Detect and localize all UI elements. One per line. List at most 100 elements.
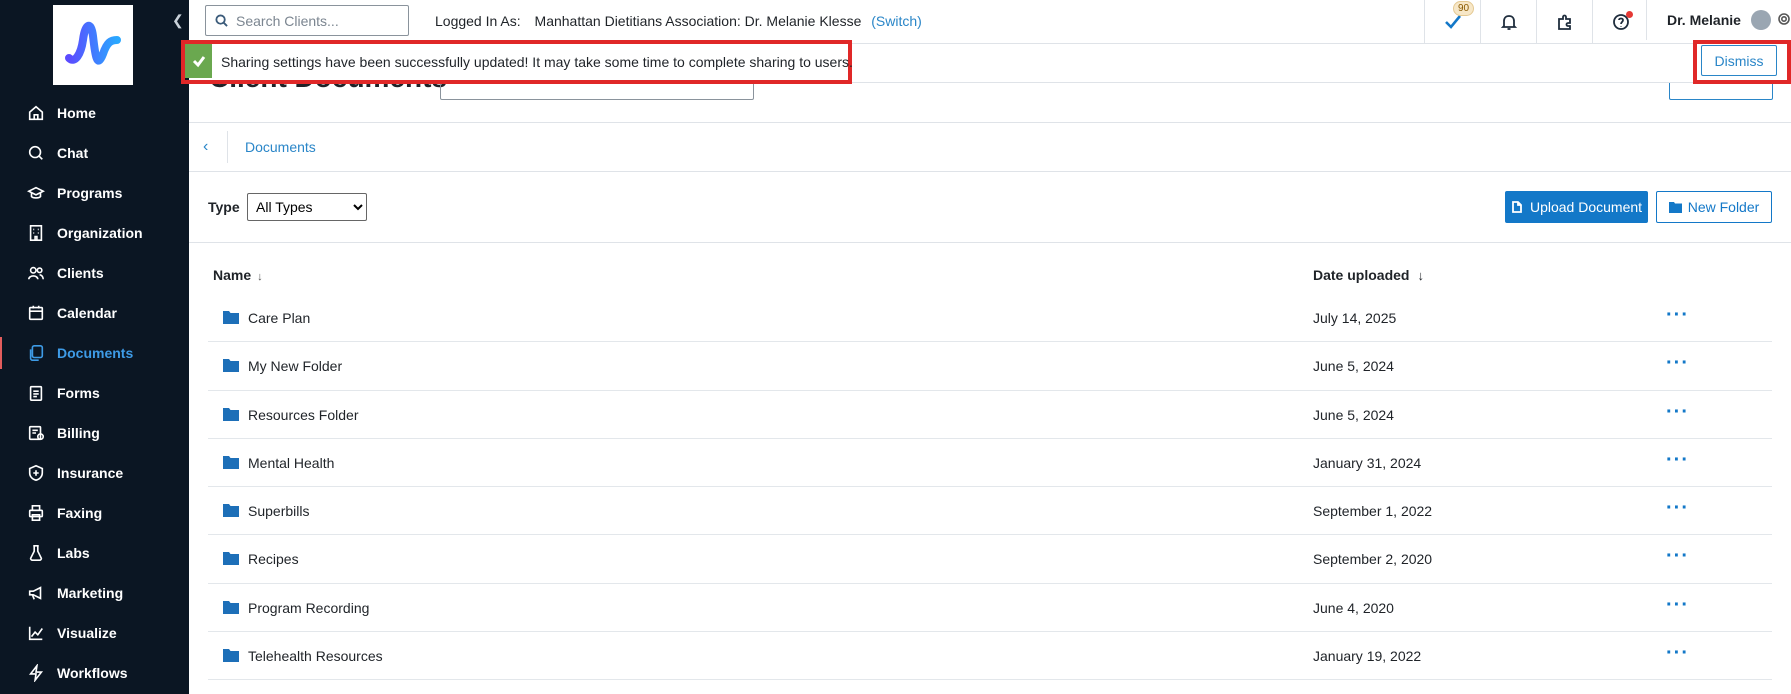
more-actions-icon[interactable]: ··· <box>1666 449 1689 472</box>
sidebar-item-documents[interactable]: Documents <box>0 333 189 373</box>
tasks-badge: 90 <box>1453 1 1475 16</box>
folder-name[interactable]: Care Plan <box>248 310 310 326</box>
sidebar-item-label: Faxing <box>57 505 103 521</box>
home-icon <box>26 103 46 123</box>
sidebar-item-label: Visualize <box>57 625 117 641</box>
clipboard-icon <box>26 383 46 403</box>
sidebar-item-marketing[interactable]: Marketing <box>0 573 189 613</box>
graduation-cap-icon <box>26 183 46 203</box>
sidebar-item-calendar[interactable]: Calendar <box>0 293 189 333</box>
column-name-header[interactable]: Name ↓ <box>213 267 263 283</box>
sidebar-item-home[interactable]: Home <box>0 93 189 133</box>
sidebar-item-label: Billing <box>57 425 100 441</box>
sidebar-item-labs[interactable]: Labs <box>0 533 189 573</box>
folder-name[interactable]: Telehealth Resources <box>248 648 383 664</box>
integrations-button[interactable] <box>1536 0 1592 44</box>
sidebar-item-insurance[interactable]: Insurance <box>0 453 189 493</box>
folder-icon <box>223 407 239 421</box>
more-actions-icon[interactable]: ··· <box>1666 642 1689 665</box>
table-body: Care Plan July 14, 2025 ··· My New Folde… <box>189 294 1791 681</box>
megaphone-icon <box>26 583 46 603</box>
sidebar-item-clients[interactable]: Clients <box>0 253 189 293</box>
avatar[interactable] <box>1750 10 1771 30</box>
sidebar-item-billing[interactable]: Billing <box>0 413 189 453</box>
dismiss-button[interactable]: Dismiss <box>1701 45 1777 76</box>
more-actions-icon[interactable]: ··· <box>1666 304 1689 327</box>
folder-icon <box>223 455 239 469</box>
sidebar-item-label: Calendar <box>57 305 117 321</box>
search-box[interactable] <box>205 5 409 36</box>
app-logo[interactable] <box>53 5 133 85</box>
folder-icon <box>223 503 239 518</box>
sidebar-item-label: Insurance <box>57 465 124 481</box>
more-actions-icon[interactable]: ··· <box>1666 352 1689 375</box>
banner-message: Sharing settings have been successfully … <box>221 54 853 70</box>
upload-date: June 5, 2024 <box>1313 358 1394 375</box>
success-check-icon <box>185 44 212 78</box>
table-row[interactable]: Recipes September 2, 2020 ··· <box>208 535 1772 584</box>
folder-name[interactable]: Superbills <box>248 503 309 519</box>
logged-in-label: Logged In As: <box>435 13 521 29</box>
sidebar-item-visualize[interactable]: Visualize <box>0 613 189 653</box>
sidebar-item-programs[interactable]: Programs <box>0 173 189 213</box>
gear-icon[interactable] <box>1777 12 1791 29</box>
printer-icon <box>26 503 46 523</box>
table-row[interactable]: Telehealth Resources January 19, 2022 ··… <box>208 632 1772 681</box>
folder-name[interactable]: Program Recording <box>248 600 369 616</box>
sidebar-item-label: Marketing <box>57 585 124 601</box>
sidebar-item-forms[interactable]: Forms <box>0 373 189 413</box>
page-title: Client Documents <box>209 83 447 94</box>
logged-in-org: Manhattan Dietitians Association: Dr. Me… <box>534 13 862 29</box>
new-folder-button[interactable]: New Folder <box>1656 191 1772 223</box>
sidebar-item-label: Forms <box>57 385 100 401</box>
type-filter-select[interactable]: All Types <box>247 193 367 221</box>
document-icon <box>1512 201 1522 213</box>
table-row[interactable]: Program Recording June 4, 2020 ··· <box>208 584 1772 633</box>
back-chevron-icon[interactable]: ‹ <box>203 138 208 156</box>
breadcrumb: ‹ Documents <box>189 123 1791 172</box>
breadcrumb-documents[interactable]: Documents <box>245 139 316 155</box>
user-menu[interactable]: Dr. Melanie <box>1646 0 1791 40</box>
more-actions-icon[interactable]: ··· <box>1666 545 1689 568</box>
upload-document-label: Upload Document <box>1529 199 1643 215</box>
upload-date: September 2, 2020 <box>1313 551 1433 568</box>
table-row[interactable]: Superbills September 1, 2022 ··· <box>208 487 1772 536</box>
more-actions-icon[interactable]: ··· <box>1666 401 1689 424</box>
documents-icon <box>26 343 46 363</box>
building-icon <box>26 223 46 243</box>
table-row[interactable]: Resources Folder June 5, 2024 ··· <box>208 391 1772 439</box>
upload-date: June 4, 2020 <box>1313 599 1394 616</box>
help-notification-dot <box>1626 11 1633 18</box>
help-button[interactable] <box>1592 0 1648 44</box>
logged-in-info: Logged In As: Manhattan Dietitians Assoc… <box>435 13 922 29</box>
search-input[interactable] <box>236 12 406 29</box>
sidebar-item-chat[interactable]: Chat <box>0 133 189 173</box>
sidebar-item-label: Home <box>57 105 96 121</box>
upload-date: January 19, 2022 <box>1313 648 1422 665</box>
more-actions-icon[interactable]: ··· <box>1666 497 1689 520</box>
folder-name[interactable]: Recipes <box>248 551 299 567</box>
header-action-button[interactable] <box>1669 83 1773 100</box>
folder-name[interactable]: Mental Health <box>248 455 334 471</box>
notifications-button[interactable] <box>1480 0 1536 44</box>
more-actions-icon[interactable]: ··· <box>1666 594 1689 617</box>
folder-name[interactable]: My New Folder <box>248 358 342 374</box>
tasks-button[interactable]: 90 <box>1424 0 1480 44</box>
dismiss-highlight: Dismiss <box>1693 40 1791 84</box>
upload-document-button[interactable]: Upload Document <box>1505 191 1648 223</box>
sidebar-item-faxing[interactable]: Faxing <box>0 493 189 533</box>
sidebar-item-workflows[interactable]: Workflows <box>0 653 189 693</box>
table-row[interactable]: Care Plan July 14, 2025 ··· <box>208 294 1772 343</box>
column-date-header[interactable]: Date uploaded ↓ <box>1313 267 1424 283</box>
table-row[interactable]: My New Folder June 5, 2024 ··· <box>208 342 1772 391</box>
sidebar-item-organization[interactable]: Organization <box>0 213 189 253</box>
column-date-label: Date uploaded <box>1313 267 1410 283</box>
switch-account-link[interactable]: (Switch) <box>871 13 922 29</box>
document-search-input[interactable] <box>440 83 754 100</box>
table-row[interactable]: Mental Health January 31, 2024 ··· <box>208 439 1772 488</box>
type-filter-label: Type <box>208 199 240 215</box>
sidebar-item-label: Workflows <box>57 665 128 681</box>
folder-name[interactable]: Resources Folder <box>248 407 359 423</box>
collapse-sidebar-icon[interactable]: ❮ <box>172 12 184 29</box>
column-name-label: Name <box>213 267 252 283</box>
